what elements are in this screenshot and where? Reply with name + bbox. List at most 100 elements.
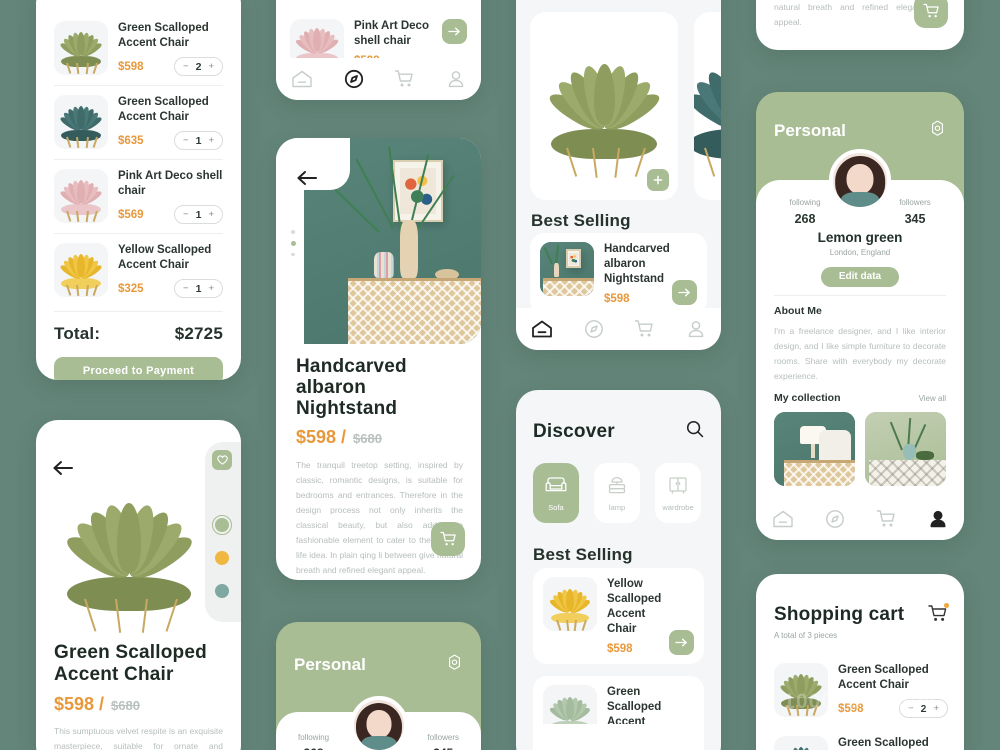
- proceed-to-payment-button[interactable]: Proceed to Payment: [54, 357, 223, 380]
- product-description: natural breath and refined elegant appea…: [774, 2, 924, 27]
- followers-label: followers: [427, 733, 459, 742]
- nav-item-compass[interactable]: [344, 69, 364, 89]
- nav-item-home[interactable]: [772, 509, 794, 529]
- cart-item-row[interactable]: Green Scalloped Accent Chair: [774, 727, 948, 750]
- favorite-button[interactable]: [212, 450, 232, 470]
- increment-button[interactable]: +: [208, 61, 214, 72]
- increment-button[interactable]: +: [208, 209, 214, 220]
- decrement-button[interactable]: −: [183, 135, 189, 146]
- cart-icon: [635, 320, 653, 337]
- nav-item-compass[interactable]: [825, 509, 845, 529]
- view-all-link[interactable]: View all: [919, 394, 946, 403]
- cart-item-price: $598: [118, 60, 144, 73]
- nav-item-user[interactable]: [928, 509, 948, 529]
- decrement-button[interactable]: −: [183, 209, 189, 220]
- carousel-dot[interactable]: [291, 240, 296, 246]
- category-label: wardrobe: [662, 503, 694, 512]
- nav-item-home[interactable]: [531, 319, 553, 339]
- product-thumbnail: [54, 243, 108, 297]
- wardrobe-icon: [666, 474, 690, 496]
- followers-label: followers: [899, 198, 931, 207]
- sofa-icon: [544, 474, 568, 496]
- product-thumbnail: [540, 242, 594, 296]
- user-icon: [930, 510, 946, 528]
- list-item[interactable]: [533, 724, 704, 750]
- settings-button[interactable]: [446, 654, 463, 676]
- color-swatch[interactable]: [215, 551, 229, 565]
- decrement-button[interactable]: −: [183, 61, 189, 72]
- featured-product-card[interactable]: [694, 12, 721, 200]
- color-swatch[interactable]: [215, 584, 229, 598]
- category-lamp[interactable]: lamp: [594, 463, 640, 523]
- product-detail-chair-screen: Green Scalloped Accent Chair $598 / $680…: [36, 420, 241, 750]
- cart-item-row[interactable]: Pink Art Deco shell chair $569 −1 +: [54, 160, 223, 233]
- chair-backrest: [58, 105, 104, 133]
- category-label: lamp: [608, 503, 626, 512]
- increment-button[interactable]: +: [208, 135, 214, 146]
- chair-backrest: [58, 31, 104, 59]
- quantity-stepper[interactable]: −1 +: [174, 205, 223, 224]
- cart-item-row[interactable]: Green Scalloped Accent Chair $598 −2 +: [54, 12, 223, 85]
- cart-item-row[interactable]: Green Scalloped Accent Chair $598 −2 +: [774, 654, 948, 727]
- increment-button[interactable]: +: [933, 703, 939, 714]
- category-sofa[interactable]: Sofa: [533, 463, 579, 523]
- nav-item-home[interactable]: [291, 69, 313, 89]
- avatar[interactable]: [349, 696, 408, 750]
- nav-item-cart[interactable]: [394, 69, 415, 89]
- best-selling-list: Yellow Scalloped Accent Chair $598 Green S…: [533, 568, 704, 750]
- nav-item-user[interactable]: [446, 69, 466, 89]
- search-button[interactable]: [686, 420, 704, 443]
- go-button[interactable]: [442, 19, 467, 44]
- category-wardrobe[interactable]: wardrobe: [655, 463, 701, 523]
- best-selling-item[interactable]: Yellow Scalloped Accent Chair $598: [533, 568, 704, 664]
- featured-product-card[interactable]: [530, 12, 678, 200]
- increment-button[interactable]: +: [208, 283, 214, 294]
- quantity-value: 2: [195, 60, 202, 73]
- go-button[interactable]: [669, 630, 694, 655]
- settings-button[interactable]: [929, 120, 946, 142]
- carousel-dots[interactable]: [291, 230, 296, 256]
- lamp-icon: [605, 474, 629, 496]
- cart-icon: [395, 70, 413, 87]
- followers-value: 345: [904, 212, 926, 226]
- nav-item-user[interactable]: [686, 319, 706, 339]
- followers-stat: followers 345: [427, 733, 459, 750]
- chair-backrest: [694, 63, 721, 135]
- back-button[interactable]: [52, 460, 74, 481]
- cart-item-name: Green Scalloped Accent Chair: [118, 96, 209, 123]
- quantity-stepper[interactable]: −2 +: [899, 699, 948, 718]
- chair-backrest: [58, 253, 104, 281]
- add-to-cart-button[interactable]: [914, 0, 948, 28]
- collection-image[interactable]: [865, 412, 946, 486]
- home-icon: [292, 70, 312, 88]
- collection-image[interactable]: [774, 412, 855, 486]
- cart-button[interactable]: [928, 603, 949, 628]
- nav-item-compass[interactable]: [584, 319, 604, 339]
- quantity-stepper[interactable]: −1 +: [174, 131, 223, 150]
- compass-icon: [344, 69, 363, 89]
- decrement-button[interactable]: −: [908, 703, 914, 714]
- color-swatch[interactable]: [211, 514, 233, 536]
- quantity-stepper[interactable]: −1 +: [174, 279, 223, 298]
- cart-badge: [944, 603, 949, 608]
- quantity-stepper[interactable]: −2 +: [174, 57, 223, 76]
- carousel-dot[interactable]: [291, 252, 295, 256]
- product-price: $598 /: [296, 427, 347, 447]
- decrement-button[interactable]: −: [183, 283, 189, 294]
- nav-item-cart[interactable]: [634, 319, 655, 339]
- cart-item-row[interactable]: Green Scalloped Accent Chair $635 −1 +: [54, 86, 223, 159]
- cart-item-row[interactable]: Yellow Scalloped Accent Chair $325 −1 +: [54, 234, 223, 307]
- back-button[interactable]: [296, 170, 318, 191]
- edit-data-button[interactable]: Edit data: [820, 266, 900, 287]
- best-selling-item[interactable]: Handcarved albaron Nightstand $598: [530, 233, 707, 314]
- mockup-board: Green Scalloped Accent Chair $598−2 + Green…: [0, 0, 1000, 750]
- nav-item-cart[interactable]: [876, 509, 897, 529]
- carousel-dot[interactable]: [291, 230, 295, 234]
- cart-subtitle: A total of 3 pieces: [774, 631, 838, 640]
- avatar[interactable]: [829, 149, 891, 211]
- product-description: This sumptuous velvet respite is an exqu…: [54, 726, 223, 750]
- add-to-cart-button[interactable]: [431, 522, 465, 556]
- add-to-cart-button[interactable]: [647, 169, 669, 191]
- personal-screen-partial: Personal following 268 followers 345: [276, 622, 481, 750]
- go-button[interactable]: [672, 280, 697, 305]
